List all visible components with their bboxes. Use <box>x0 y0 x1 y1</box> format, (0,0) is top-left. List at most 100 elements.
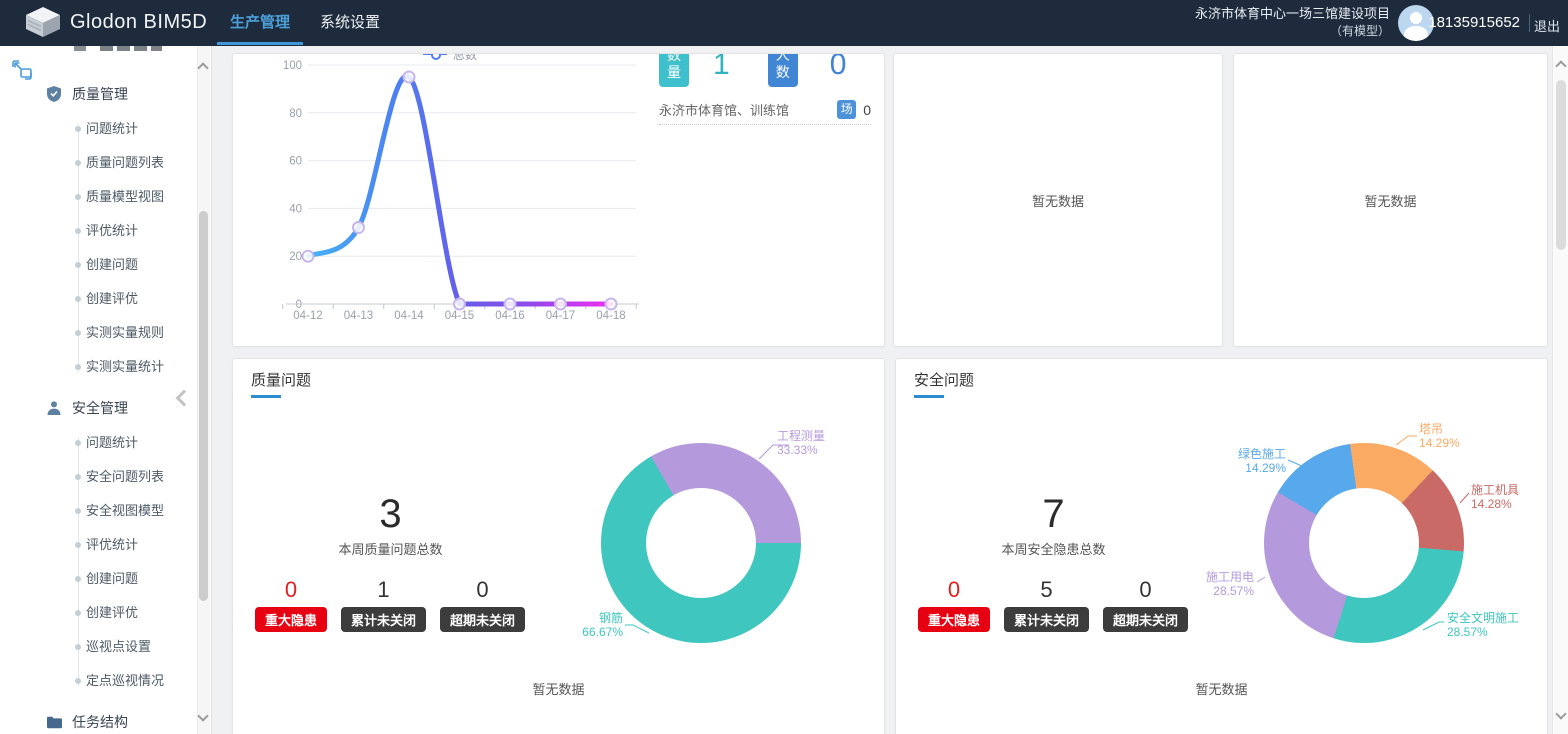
menu-quality-create-award[interactable]: 创建评优 <box>0 282 196 316</box>
menu-safety-create-award[interactable]: 创建评优 <box>0 596 196 630</box>
pie-label-engineering-survey: 工程测量33.33% <box>777 429 825 457</box>
header-divider <box>1529 14 1530 32</box>
person-icon <box>46 401 62 416</box>
project-info: 永济市体育中心一场三馆建设项目 （有模型） <box>1195 5 1390 40</box>
pie-label-construction-machinery: 施工机具14.28% <box>1471 483 1519 511</box>
menu-quality-create-issue[interactable]: 创建问题 <box>0 248 196 282</box>
safety-stat-badges: 0 重大隐患 5 累计未关闭 0 超期未关闭 <box>918 577 1188 632</box>
sidebar-scroll-up-icon[interactable] <box>199 64 207 72</box>
page-scroll-up-icon[interactable] <box>1557 62 1565 70</box>
people-value: 0 <box>830 53 847 88</box>
menu-safety-create-issue[interactable]: 创建问题 <box>0 562 196 596</box>
venue-badge: 场 <box>837 100 856 119</box>
svg-text:40: 40 <box>289 203 302 215</box>
venue-row[interactable]: 永济市体育馆、训练馆 场 0 <box>659 100 871 119</box>
menu-safety-issue-list[interactable]: 安全问题列表 <box>0 460 196 494</box>
major-hazard-badge: 重大隐患 <box>255 607 327 632</box>
pie-label-green-construction: 绿色施工14.29% <box>1186 447 1286 475</box>
tab-settings[interactable]: 系统设置 <box>318 0 382 46</box>
quality-donut-chart <box>601 443 801 643</box>
page-scrollbar[interactable] <box>1552 46 1568 734</box>
stat-unclosed-total: 5 累计未关闭 <box>1004 577 1089 632</box>
quality-submenu: 问题统计 质量问题列表 质量模型视图 评优统计 创建问题 创建评优 实测实量规则… <box>0 112 196 384</box>
title-underline <box>914 395 944 398</box>
empty-data-card-1: 暂无数据 <box>893 53 1223 347</box>
safety-total-value: 7 <box>896 491 1211 537</box>
quality-total-value: 3 <box>233 491 548 537</box>
sidebar-scrollbar[interactable] <box>197 46 210 734</box>
overdue-unclosed-badge: 超期未关闭 <box>1103 607 1188 632</box>
svg-text:80: 80 <box>289 108 302 120</box>
dotted-divider <box>659 124 871 125</box>
menu-patrol-point-setting[interactable]: 巡视点设置 <box>0 630 196 664</box>
page-scrollbar-thumb[interactable] <box>1556 80 1566 250</box>
glodon-cube-icon <box>26 7 60 37</box>
menu-safety-model-view[interactable]: 安全视图模型 <box>0 494 196 528</box>
quantity-value: 1 <box>713 53 730 88</box>
menu-quality-model-view[interactable]: 质量模型视图 <box>0 180 196 214</box>
svg-text:04-12: 04-12 <box>293 310 322 321</box>
sidebar-section-quality[interactable]: 质量管理 <box>0 76 196 112</box>
no-data-text: 暂无数据 <box>1032 191 1084 210</box>
venue-value: 0 <box>863 102 871 118</box>
unclosed-total-badge: 累计未关闭 <box>1004 607 1089 632</box>
safety-donut-chart <box>1264 443 1464 643</box>
menu-measure-stats[interactable]: 实测实量统计 <box>0 350 196 384</box>
people-badge: 人数 <box>768 53 798 87</box>
quality-no-data-text: 暂无数据 <box>233 679 884 698</box>
menu-safety-issue-stats[interactable]: 问题统计 <box>0 426 196 460</box>
menu-measure-rules[interactable]: 实测实量规则 <box>0 316 196 350</box>
page-scroll-down-icon[interactable] <box>1557 710 1565 718</box>
folder-icon <box>46 716 62 729</box>
trend-line-chart: 02040608010004-1204-1304-1404-1504-1604-… <box>271 53 641 321</box>
sidebar-section-safety[interactable]: 安全管理 <box>0 390 196 426</box>
pie-label-safe-civilized-construction: 安全文明施工28.57% <box>1447 611 1519 639</box>
safety-no-data-text: 暂无数据 <box>896 679 1547 698</box>
shield-check-icon <box>46 86 62 102</box>
sidebar-collapse-icon[interactable] <box>178 386 194 412</box>
svg-text:100: 100 <box>283 60 302 72</box>
tab-production[interactable]: 生产管理 <box>217 0 303 46</box>
menu-quality-issue-stats[interactable]: 问题统计 <box>0 112 196 146</box>
svg-text:04-13: 04-13 <box>344 310 373 321</box>
overview-card: 总数 02040608010004-1204-1304-1404-1504-16… <box>232 53 885 347</box>
stat-unclosed-total: 1 累计未关闭 <box>341 577 426 632</box>
quality-issues-panel: 质量问题 3 本周质量问题总数 0 重大隐患 1 累计未关闭 0 超期未关闭 <box>232 358 885 734</box>
no-data-text: 暂无数据 <box>1364 191 1416 210</box>
sidebar-scroll-down-icon[interactable] <box>199 712 207 720</box>
active-tab-indicator <box>217 42 303 45</box>
brand: Glodon BIM5D <box>26 7 207 37</box>
menu-fixed-patrol-status[interactable]: 定点巡视情况 <box>0 664 196 698</box>
empty-data-card-2: 暂无数据 <box>1233 53 1548 347</box>
menu-quality-issue-list[interactable]: 质量问题列表 <box>0 146 196 180</box>
safety-total-block: 7 本周安全隐患总数 <box>896 491 1211 558</box>
menu-quality-award-stats[interactable]: 评优统计 <box>0 214 196 248</box>
stat-overdue-unclosed: 0 超期未关闭 <box>440 577 525 632</box>
top-navbar: Glodon BIM5D 生产管理 系统设置 永济市体育中心一场三馆建设项目 （… <box>0 0 1568 46</box>
app-window: Glodon BIM5D 生产管理 系统设置 永济市体育中心一场三馆建设项目 （… <box>0 0 1568 734</box>
safety-submenu: 问题统计 安全问题列表 安全视图模型 评优统计 创建问题 创建评优 巡视点设置 … <box>0 426 196 698</box>
brand-title: Glodon BIM5D <box>70 11 207 34</box>
sidebar-scrollbar-thumb[interactable] <box>199 211 208 601</box>
svg-text:04-16: 04-16 <box>495 310 524 321</box>
venue-name: 永济市体育馆、训练馆 <box>659 100 837 119</box>
quality-total-block: 3 本周质量问题总数 <box>233 491 548 558</box>
quality-panel-title: 质量问题 <box>251 369 311 390</box>
svg-text:04-14: 04-14 <box>394 310 424 321</box>
quality-stat-badges: 0 重大隐患 1 累计未关闭 0 超期未关闭 <box>255 577 525 632</box>
svg-text:04-15: 04-15 <box>445 310 474 321</box>
pie-label-rebar: 钢筋66.67% <box>523 611 623 639</box>
overview-stats: 数量 1 人数 0 <box>659 53 871 88</box>
sidebar-section-task-structure[interactable]: 任务结构 <box>0 704 196 734</box>
overdue-unclosed-badge: 超期未关闭 <box>440 607 525 632</box>
major-hazard-badge: 重大隐患 <box>918 607 990 632</box>
quantity-badge: 数量 <box>659 53 689 87</box>
safety-issues-panel: 安全问题 7 本周安全隐患总数 0 重大隐患 5 累计未关闭 0 超期未关闭 <box>895 358 1548 734</box>
menu-safety-award-stats[interactable]: 评优统计 <box>0 528 196 562</box>
sidebar-menu: 质量管理 问题统计 质量问题列表 质量模型视图 评优统计 创建问题 创建评优 实… <box>0 76 196 734</box>
stat-major-hazard: 0 重大隐患 <box>918 577 990 632</box>
safety-panel-title: 安全问题 <box>914 369 974 390</box>
logout-button[interactable]: 退出 <box>1534 16 1560 35</box>
pie-label-construction-electricity: 施工用电28.57% <box>1154 570 1254 598</box>
title-underline <box>251 395 281 398</box>
